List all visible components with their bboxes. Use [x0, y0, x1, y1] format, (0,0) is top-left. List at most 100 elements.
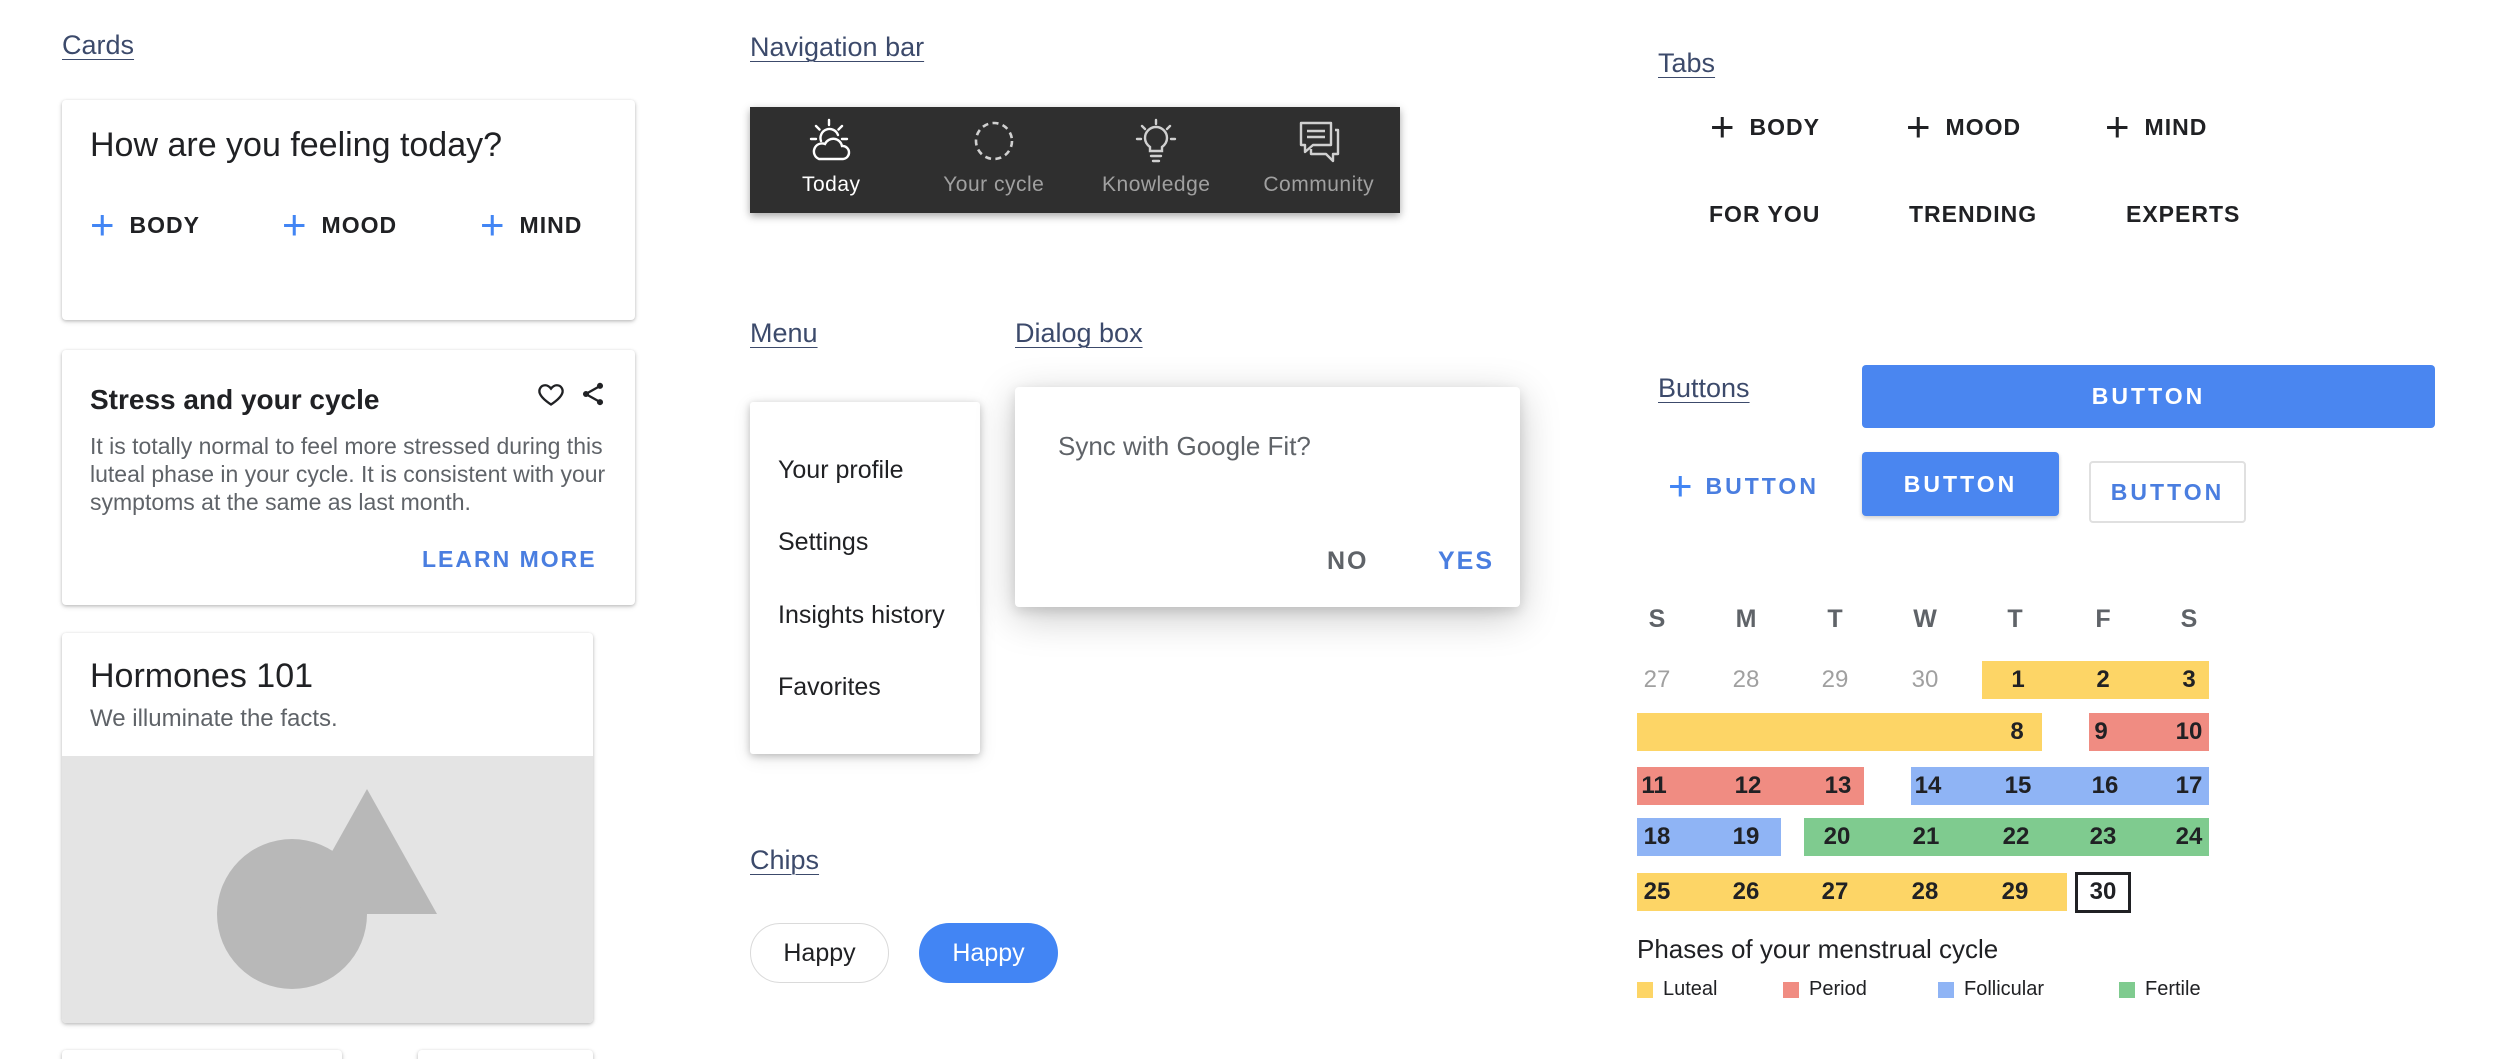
chip-happy-selected[interactable]: Happy	[919, 923, 1058, 983]
tab-mind[interactable]: + MIND	[2105, 106, 2207, 148]
calendar-day[interactable]: 14	[1898, 767, 1958, 805]
menu-item-your-profile[interactable]: Your profile	[778, 456, 904, 485]
calendar-day[interactable]: 24	[2159, 818, 2219, 856]
calendar-day[interactable]: 25	[1627, 873, 1687, 911]
calendar-day[interactable]: 18	[1627, 818, 1687, 856]
nav-label: Community	[1263, 173, 1375, 196]
calendar-day[interactable]: 26	[1716, 873, 1776, 911]
partial-card	[418, 1050, 593, 1059]
plus-icon: +	[282, 201, 308, 248]
calendar-day[interactable]: 21	[1896, 818, 1956, 856]
nav-item-today[interactable]: Today	[750, 107, 913, 213]
filled-button[interactable]: BUTTON	[1862, 452, 2059, 516]
calendar-day[interactable]: 27	[1805, 873, 1865, 911]
outlined-button[interactable]: BUTTON	[2089, 461, 2246, 523]
plus-icon: +	[1906, 103, 1932, 150]
plus-icon: +	[1668, 462, 1696, 509]
calendar-day[interactable]: 11	[1624, 767, 1684, 805]
section-label-dialog: Dialog box	[1015, 318, 1143, 348]
dialog-yes-button[interactable]: YES	[1438, 547, 1494, 576]
calendar-day[interactable]: 23	[2073, 818, 2133, 856]
chip-happy-outlined[interactable]: Happy	[750, 923, 889, 983]
calendar-day[interactable]: 28	[1716, 661, 1776, 699]
tab-trending[interactable]: TRENDING	[1909, 201, 2037, 228]
calendar-day[interactable]: 30	[1895, 661, 1955, 699]
phase-band-luteal	[1637, 713, 2042, 751]
plus-icon: +	[2105, 103, 2131, 150]
calendar-day[interactable]: 16	[2075, 767, 2135, 805]
plus-icon: +	[480, 201, 506, 248]
dialog-box: Sync with Google Fit? NO YES	[1015, 387, 1520, 607]
nav-label: Today	[801, 173, 861, 196]
menu-item-favorites[interactable]: Favorites	[778, 673, 881, 702]
learn-more-button[interactable]: LEARN MORE	[422, 546, 597, 573]
calendar-day[interactable]: 2	[2073, 661, 2133, 699]
legend-swatch	[1637, 981, 1653, 998]
legend-title: Phases of your menstrual cycle	[1637, 934, 1999, 964]
legend-swatch	[1938, 981, 1954, 998]
nav-item-knowledge[interactable]: Knowledge	[1075, 107, 1238, 213]
menu-item-settings[interactable]: Settings	[778, 528, 868, 557]
nav-label: Your cycle	[943, 173, 1045, 196]
legend-fertile: Fertile	[2119, 978, 2201, 1001]
section-label-navbar: Navigation bar	[750, 32, 925, 62]
calendar-day[interactable]: 20	[1807, 818, 1867, 856]
calendar-day[interactable]: 17	[2159, 767, 2219, 805]
calendar-day[interactable]: 8	[1987, 713, 2047, 751]
nav-item-your-cycle[interactable]: Your cycle	[913, 107, 1076, 213]
calendar-day[interactable]: 10	[2159, 713, 2219, 751]
calendar-day[interactable]: 9	[2071, 713, 2131, 751]
section-label-buttons: Buttons	[1658, 373, 1750, 403]
weekday-label: M	[1735, 605, 1757, 633]
weekday-label: F	[2095, 605, 2111, 633]
lightbulb-icon	[1136, 118, 1177, 163]
menu-item-insights-history[interactable]: Insights history	[778, 601, 945, 630]
legend-luteal: Luteal	[1637, 978, 1718, 1001]
tab-for-you[interactable]: FOR YOU	[1709, 201, 1820, 228]
calendar-day[interactable]: 22	[1986, 818, 2046, 856]
section-label-cards: Cards	[62, 30, 135, 60]
heart-outline-icon[interactable]	[537, 380, 565, 408]
dialog-message: Sync with Google Fit?	[1058, 431, 1311, 461]
filled-wide-button[interactable]: BUTTON	[1862, 365, 2435, 428]
calendar-day[interactable]: 15	[1988, 767, 2048, 805]
legend-period: Period	[1783, 978, 1867, 1001]
tab-mood[interactable]: + MOOD	[1906, 106, 2021, 148]
calendar-day[interactable]: 12	[1718, 767, 1778, 805]
calendar-day[interactable]: 1	[1988, 661, 2048, 699]
mind-button[interactable]: + MIND	[480, 204, 582, 246]
chat-bubbles-icon	[1299, 121, 1339, 163]
tab-body[interactable]: + BODY	[1710, 106, 1820, 148]
shapes-placeholder-icon	[217, 789, 437, 989]
feeling-card: How are you feeling today? + BODY + MOOD +…	[62, 100, 635, 320]
body-button[interactable]: + BODY	[90, 204, 200, 246]
section-label-tabs: Tabs	[1658, 48, 1716, 78]
share-icon[interactable]	[579, 380, 607, 408]
tab-experts[interactable]: EXPERTS	[2126, 201, 2240, 228]
mood-button[interactable]: + MOOD	[282, 204, 397, 246]
calendar-day[interactable]: 29	[1985, 873, 2045, 911]
dashed-circle-icon	[974, 121, 1014, 161]
weekday-label: W	[1913, 605, 1937, 633]
nav-label: Knowledge	[1102, 173, 1211, 196]
hormones-card-title: Hormones 101	[90, 657, 314, 695]
legend-swatch	[2119, 981, 2135, 998]
legend-swatch	[1783, 981, 1799, 998]
section-label-menu: Menu	[750, 318, 818, 348]
calendar-day[interactable]: 27	[1627, 661, 1687, 699]
calendar-day[interactable]: 29	[1805, 661, 1865, 699]
calendar-day[interactable]: 13	[1808, 767, 1868, 805]
dialog-no-button[interactable]: NO	[1327, 547, 1369, 576]
dropdown-menu: Your profile Settings Insights history F…	[750, 402, 980, 754]
text-icon-button[interactable]: + BUTTON	[1668, 462, 1819, 509]
nav-item-community[interactable]: Community	[1238, 107, 1401, 213]
calendar-day[interactable]: 19	[1716, 818, 1776, 856]
calendar-day-today[interactable]: 30	[2073, 873, 2133, 911]
stress-card-body: It is totally normal to feel more stress…	[90, 433, 606, 515]
weekday-label: T	[2007, 605, 2023, 633]
calendar-day[interactable]: 3	[2159, 661, 2219, 699]
calendar-day[interactable]: 28	[1895, 873, 1955, 911]
hormones-card[interactable]: Hormones 101 We illuminate the facts.	[62, 633, 593, 1023]
navigation-bar: Today Your cycle Knowledge Community	[750, 107, 1400, 213]
stress-card: Stress and your cycle It is totally norm…	[62, 350, 635, 605]
